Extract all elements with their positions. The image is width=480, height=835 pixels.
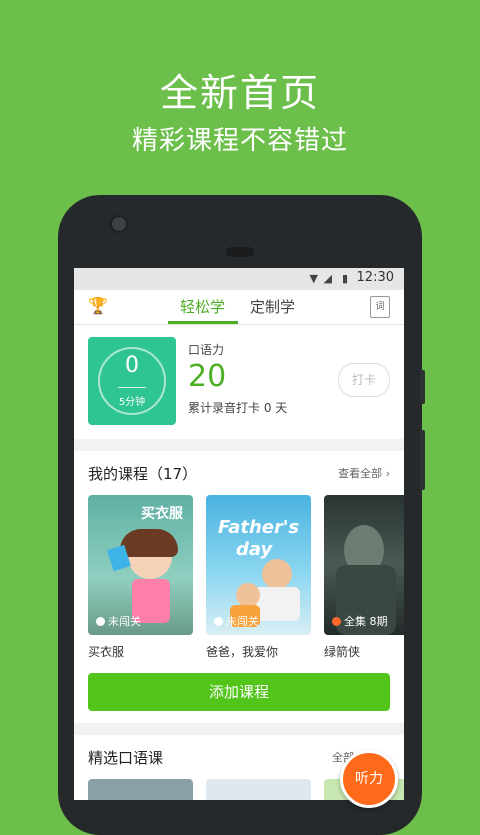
- course-item[interactable]: 买衣服 未闯关 买衣服: [88, 495, 193, 660]
- phone-side-button: [420, 370, 425, 404]
- promo-headline: 全新首页: [159, 71, 320, 115]
- oral-score-value: 20: [188, 359, 227, 394]
- course-name: 爸爸，我爱你: [206, 645, 279, 659]
- course-status: 未闯关: [96, 613, 141, 629]
- speaker-grille: [226, 247, 254, 257]
- course-name: 绿箭侠: [324, 645, 361, 659]
- tab-easy-learn[interactable]: 轻松学: [180, 296, 225, 317]
- camera-icon: [110, 215, 128, 233]
- course-badge: 买衣服: [141, 506, 183, 522]
- active-tab-indicator: [168, 321, 238, 324]
- course-thumbnail: 买衣服 未闯关: [88, 495, 193, 635]
- play-icon: [332, 617, 341, 626]
- wifi-icon: ▼: [309, 272, 318, 285]
- listening-fab[interactable]: 听力: [340, 750, 398, 808]
- trophy-icon[interactable]: 🏆: [88, 296, 108, 315]
- course-name: 买衣服: [88, 645, 125, 659]
- practice-timer[interactable]: 0 5分钟: [88, 337, 176, 425]
- course-status: 全集 8期: [332, 613, 388, 629]
- status-dot-icon: [96, 617, 105, 626]
- section-title: 我的课程（17）: [88, 465, 198, 483]
- dictionary-icon[interactable]: 词: [370, 296, 390, 318]
- timer-value: 0: [125, 353, 139, 378]
- course-item[interactable]: 全集 8期 绿箭侠: [324, 495, 404, 660]
- course-item[interactable]: Father's day 未闯关 爸爸，我爱你: [206, 495, 311, 660]
- status-dot-icon: [214, 617, 223, 626]
- oral-score-label: 口语力: [188, 343, 225, 357]
- streak-text: 累计录音打卡 0 天: [188, 401, 288, 415]
- course-thumbnail[interactable]: [206, 779, 311, 800]
- section-title: 精选口语课: [88, 749, 164, 767]
- promo-subheadline: 精彩课程不容错过: [131, 126, 348, 156]
- see-all-link[interactable]: 查看全部 ›: [338, 465, 390, 481]
- course-thumbnail: Father's day 未闯关: [206, 495, 311, 635]
- tab-custom-learn[interactable]: 定制学: [250, 296, 295, 317]
- phone-volume-button: [420, 430, 425, 490]
- status-time: 12:30: [356, 270, 394, 285]
- course-status: 未闯关: [214, 613, 259, 629]
- course-thumbnail[interactable]: [88, 779, 193, 800]
- practice-card: 0 5分钟 口语力 20 累计录音打卡 0 天 打卡: [74, 325, 404, 439]
- signal-icon: ◢: [323, 272, 332, 285]
- my-courses-card: 我的课程（17） 查看全部 › 买衣服 未闯关 买衣服 Father's day: [74, 451, 404, 723]
- top-navigation: 🏆 轻松学 定制学 词: [74, 290, 404, 325]
- checkin-button[interactable]: 打卡: [338, 363, 390, 397]
- timer-unit: 5分钟: [118, 397, 146, 408]
- app-screen: ▼ ◢ ▮ 12:30 🏆 轻松学 定制学 词 0 5分钟 口语力 20 累计录…: [74, 268, 404, 800]
- add-course-button[interactable]: 添加课程: [88, 673, 390, 711]
- battery-icon: ▮: [341, 272, 348, 285]
- chevron-right-icon: ›: [385, 467, 390, 480]
- course-thumbnail: 全集 8期: [324, 495, 404, 635]
- status-bar: ▼ ◢ ▮ 12:30: [74, 268, 404, 290]
